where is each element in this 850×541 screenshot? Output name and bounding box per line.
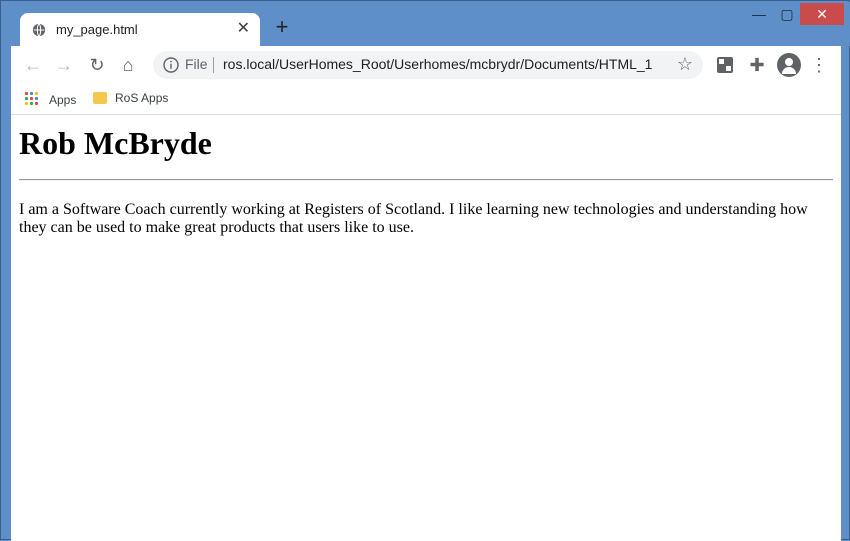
page-heading: Rob McBryde: [19, 125, 212, 161]
close-window-button[interactable]: ✕: [800, 3, 844, 25]
home-icon[interactable]: ⌂: [118, 55, 138, 75]
browser-toolbar: ← → ↻ ⌂ File ros.local/UserHomes_Root/Us…: [11, 46, 841, 84]
info-icon[interactable]: [163, 57, 179, 73]
profile-avatar-icon[interactable]: [777, 53, 801, 77]
apps-grid-icon: [25, 92, 39, 106]
bookmark-star-icon[interactable]: ☆: [677, 54, 693, 75]
intro-paragraph: I am a Software Coach currently working …: [19, 201, 808, 236]
page-content: Rob McBryde I am a Software Coach curren…: [11, 115, 841, 541]
bookmarks-bar: Apps RoS Apps: [11, 84, 841, 114]
globe-icon: [32, 23, 46, 37]
new-tab-button[interactable]: +: [272, 16, 292, 38]
bookmark-ros-apps[interactable]: RoS Apps: [93, 90, 168, 105]
avatar-head: [785, 58, 793, 66]
minimize-button[interactable]: —: [744, 3, 774, 25]
tab-close-icon[interactable]: ✕: [237, 20, 250, 38]
url-text[interactable]: ros.local/UserHomes_Root/Userhomes/mcbry…: [223, 56, 653, 72]
browser-window: my_page.html ✕ + — ▢ ✕ ← → ↻ ⌂ File ros.…: [0, 0, 850, 541]
scheme-label: File: [185, 56, 208, 72]
back-arrow-icon[interactable]: ←: [23, 55, 43, 75]
kebab-menu-icon[interactable]: ⋮: [809, 54, 829, 76]
horizontal-rule: [19, 179, 833, 181]
tab-title: my_page.html: [56, 22, 138, 37]
bookmark-ros-apps-label: RoS Apps: [115, 91, 169, 105]
title-bar: my_page.html ✕ + — ▢ ✕: [2, 2, 850, 47]
address-bar[interactable]: File ros.local/UserHomes_Root/Userhomes/…: [153, 51, 703, 79]
extension-tiles-icon[interactable]: [715, 55, 735, 75]
forward-arrow-icon[interactable]: →: [54, 55, 74, 75]
reload-icon[interactable]: ↻: [87, 55, 107, 75]
address-separator: [213, 57, 214, 73]
extensions-puzzle-icon[interactable]: ✚: [747, 55, 767, 75]
maximize-button[interactable]: ▢: [772, 3, 802, 25]
tab-my-page[interactable]: my_page.html ✕: [20, 13, 260, 47]
folder-icon: [93, 92, 107, 104]
bookmark-apps-label: Apps: [49, 93, 77, 107]
bookmark-apps[interactable]: Apps: [25, 90, 76, 107]
avatar-body: [782, 67, 796, 74]
